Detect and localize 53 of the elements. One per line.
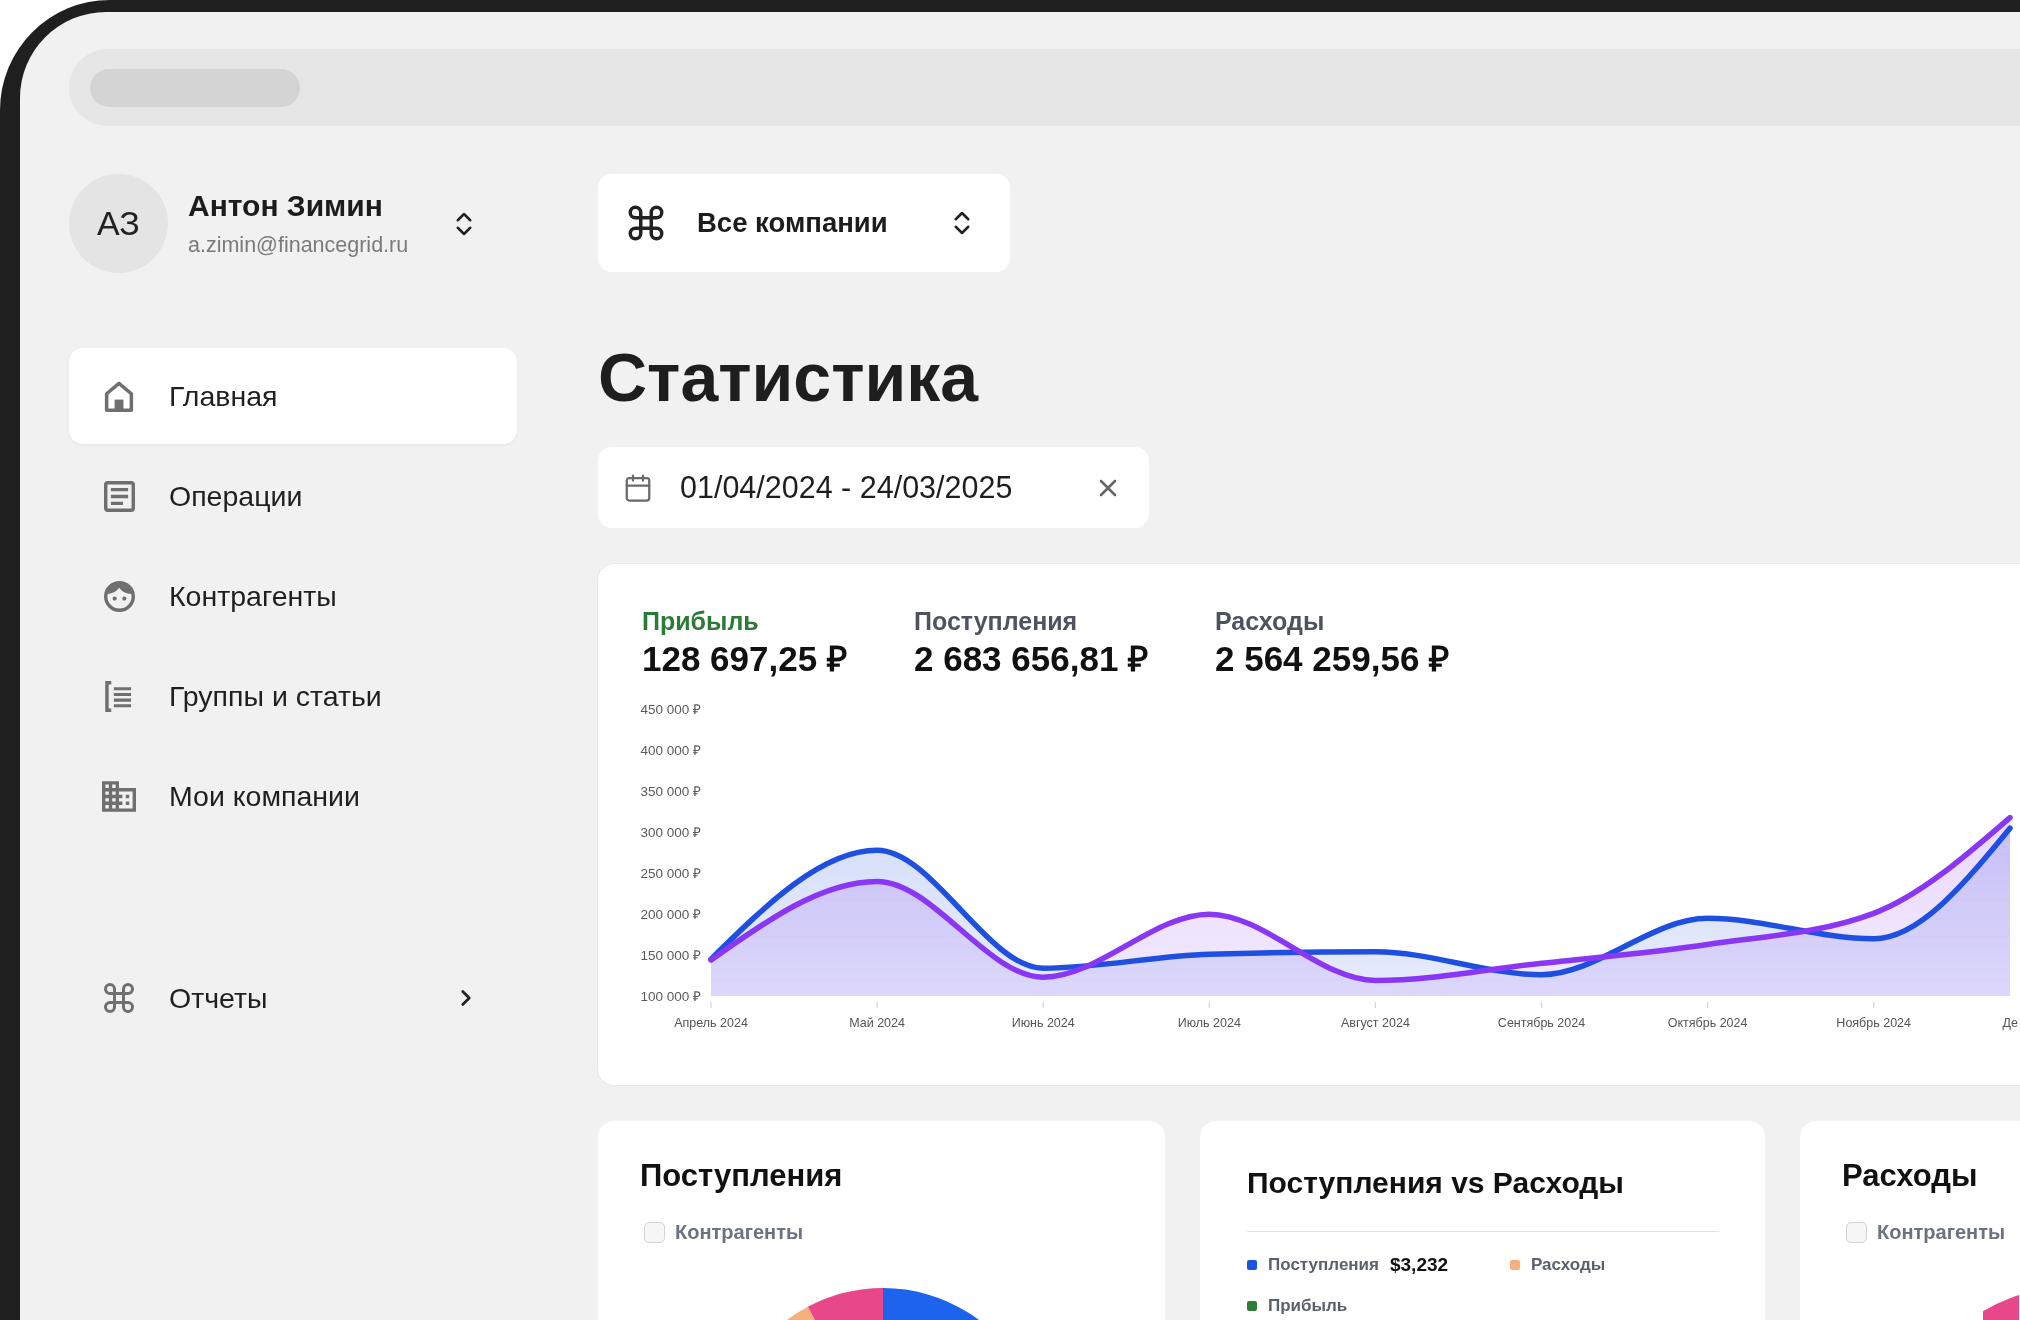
card-title: Поступления <box>640 1158 844 1194</box>
axis-label: 100 000 ₽ <box>640 988 701 1004</box>
axis-label: Октябрь 2024 <box>1667 1016 1748 1030</box>
building-icon <box>102 780 136 812</box>
axis-label: 400 000 ₽ <box>640 742 701 758</box>
checkbox[interactable] <box>644 1221 665 1243</box>
card-title: Поступления vs Расходы <box>1247 1165 1625 1201</box>
legend-value: $3,232 <box>1390 1253 1449 1277</box>
user-email: a.zimin@financegrid.ru <box>188 232 409 258</box>
legend-label: Прибыль <box>1268 1295 1348 1317</box>
company-selector[interactable]: Все компании <box>598 174 1010 272</box>
axis-label: Сентябрь 2024 <box>1497 1016 1586 1030</box>
stat-label: Расходы <box>1215 606 1326 636</box>
axis-label: 300 000 ₽ <box>640 824 701 840</box>
axis-label: Ноябрь 2024 <box>1836 1016 1912 1030</box>
checkbox-label: Контрагенты <box>1877 1220 2006 1244</box>
home-icon <box>104 380 134 412</box>
stat-value: 2 683 656,81 ₽ <box>914 638 1150 680</box>
axis-label: Май 2024 <box>849 1016 905 1030</box>
nav-item[interactable]: Главная <box>69 348 517 444</box>
axis-label: Апрель 2024 <box>674 1016 748 1030</box>
calendar-icon <box>623 472 653 503</box>
axis-label: 150 000 ₽ <box>640 947 701 963</box>
axis-label: 250 000 ₽ <box>640 865 701 881</box>
stat-value: 128 697,25 ₽ <box>642 638 848 680</box>
axis-label: Июль 2024 <box>1177 1016 1241 1030</box>
axis-label: Июнь 2024 <box>1011 1016 1075 1030</box>
axis-label: 350 000 ₽ <box>640 783 701 799</box>
command-icon <box>101 980 137 1016</box>
stat-label: Поступления <box>914 606 1079 636</box>
axis-label: Август 2024 <box>1340 1016 1410 1030</box>
list-icon <box>105 680 133 712</box>
page-title: Статистика <box>598 343 980 411</box>
checkbox[interactable] <box>1846 1221 1867 1243</box>
card-title: Расходы <box>1842 1158 1979 1194</box>
face-icon <box>103 580 135 612</box>
stat-value: 2 564 259,56 ₽ <box>1215 638 1451 680</box>
user-name: Антон Зимин <box>188 189 384 223</box>
checkbox-label: Контрагенты <box>675 1220 804 1244</box>
axis-label: 450 000 ₽ <box>640 702 701 717</box>
nav-item[interactable]: Операции <box>69 448 517 544</box>
nav-item[interactable]: Отчеты <box>69 950 517 1046</box>
nav-item[interactable]: Контрагенты <box>69 548 517 644</box>
document-icon <box>103 480 135 512</box>
date-range-field[interactable]: 01/04/2024 - 24/03/2025 <box>598 447 1149 528</box>
legend-label: Расходы <box>1531 1254 1606 1276</box>
legend-label: Поступления <box>1268 1254 1379 1276</box>
axis-label: Де <box>2002 1016 2018 1030</box>
stat-label: Прибыль <box>642 606 760 636</box>
axis-label: 200 000 ₽ <box>640 906 701 922</box>
nav-item[interactable]: Группы и статьи <box>69 648 517 744</box>
avatar: АЗ <box>69 174 168 273</box>
nav-item[interactable]: Мои компании <box>69 748 517 844</box>
